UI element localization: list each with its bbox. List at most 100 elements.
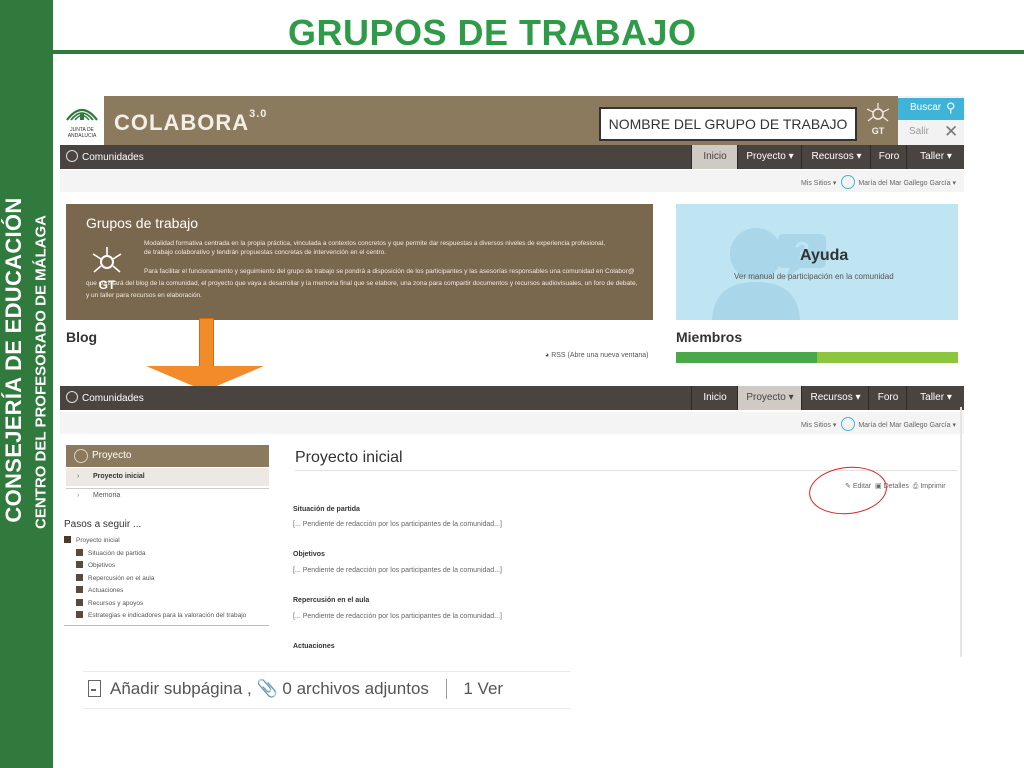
step-label: Actuaciones (88, 587, 124, 594)
step-label: Proyecto inicial (76, 537, 120, 544)
page-title: Proyecto inicial (295, 449, 403, 466)
help-title: Ayuda (800, 247, 849, 264)
views-count: 1 Ver (463, 679, 504, 698)
logout-link[interactable]: Salir (909, 126, 929, 137)
print-icon: ⎙ (912, 483, 919, 490)
avatar (841, 417, 856, 431)
globe-icon (66, 150, 78, 162)
members-bar-segment (676, 352, 817, 363)
section-heading: Situación de partida (293, 506, 360, 513)
junta-logo[interactable]: JUNTA DE ANDALUCIA (60, 96, 104, 145)
sidebar-text: CONSEJERÍA DE EDUCACIÓN CENTRO DEL PROFE… (0, 0, 53, 768)
globe-icon (66, 391, 78, 403)
group-name-box: NOMBRE DEL GRUPO DE TRABAJO (599, 107, 857, 141)
title-rule (53, 50, 1024, 54)
section-text: [... Pendiente de redacción por los part… (293, 613, 502, 620)
user-menu[interactable]: Mis Sitios ▾ María del Mar Gallego Garcí… (801, 417, 956, 431)
step-item[interactable]: Actuaciones (64, 585, 269, 598)
help-link[interactable]: Ver manual de participación en la comuni… (734, 272, 894, 281)
help-card[interactable]: ? Ayuda Ver manual de participación en l… (676, 204, 958, 320)
step-item[interactable]: Recursos y apoyos (64, 598, 269, 611)
communities-link[interactable]: Comunidades (66, 150, 144, 163)
nav-taller[interactable]: Taller ▾ (906, 386, 964, 410)
my-sites-link[interactable]: Mis Sitios ▾ (801, 422, 836, 429)
nav-proyecto[interactable]: Proyecto ▾ (737, 386, 802, 410)
groups-banner: Grupos de trabajo GT Modalidad formativa… (66, 204, 653, 320)
blog-heading: Blog (66, 329, 98, 345)
user-menu[interactable]: Mis Sitios ▾ María del Mar Gallego Garcí… (801, 175, 956, 189)
close-icon[interactable]: ✕ (944, 122, 958, 142)
add-subpage-link[interactable]: Añadir subpágina , (110, 679, 252, 698)
user-name[interactable]: María del Mar Gallego García ▾ (858, 180, 956, 187)
project-nav-title: Proyecto (92, 450, 132, 461)
step-label: Recursos y apoyos (88, 599, 144, 607)
nav-recursos[interactable]: Recursos ▾ (801, 386, 869, 410)
step-label: Estrategias e indicadores para la valora… (88, 612, 247, 619)
my-sites-link[interactable]: Mis Sitios ▾ (801, 180, 836, 187)
section-text: [... Pendiente de redacción por los part… (293, 521, 502, 528)
nav-inicio[interactable]: Inicio (691, 145, 738, 169)
user-name[interactable]: María del Mar Gallego García ▾ (858, 422, 956, 429)
nav-inicio[interactable]: Inicio (691, 386, 738, 410)
section-heading: Actuaciones (293, 643, 335, 650)
community-nav: Comunidades Inicio Proyecto ▾ Recursos ▾… (60, 145, 964, 169)
banner-paragraph-2: Para facilitar el funcionamiento y segui… (86, 268, 638, 299)
nav-item-memoria[interactable]: › Memoria (66, 487, 269, 505)
highlight-circle (806, 463, 890, 518)
steps-title: Pasos a seguir ... (64, 519, 142, 530)
brand-name: COLABORA (114, 110, 250, 135)
search-label[interactable]: Buscar (910, 102, 941, 113)
user-bar: Mis Sitios ▾ María del Mar Gallego Garcí… (60, 170, 964, 192)
nav-foro[interactable]: Foro (868, 386, 907, 410)
communities-link[interactable]: Comunidades (66, 391, 144, 404)
nav-recursos[interactable]: Recursos ▾ (801, 145, 871, 169)
section-heading: Repercusión en el aula (293, 597, 370, 604)
search-icon[interactable]: ⚲ (946, 100, 956, 116)
help-person-icon: ? (712, 228, 826, 320)
step-label: Objetivos (88, 562, 116, 569)
step-item[interactable]: Estrategias e indicadores para la valora… (64, 610, 269, 623)
banner-paragraph-1: Modalidad formativa centrada en la propi… (144, 240, 606, 256)
nav-proyecto[interactable]: Proyecto ▾ (737, 145, 802, 169)
step-item[interactable]: Situación de partida (64, 548, 269, 561)
project-nav-header[interactable]: Proyecto (66, 445, 269, 467)
community-nav-2: Comunidades Inicio Proyecto ▾ Recursos ▾… (60, 386, 964, 410)
rss-icon: ◕ (545, 352, 550, 359)
step-label: Repercusión en el aula (88, 574, 155, 582)
junta-logo-icon (66, 108, 98, 121)
avatar (841, 175, 856, 189)
nav-taller[interactable]: Taller ▾ (906, 145, 964, 169)
step-marker-icon (76, 611, 83, 618)
rss-label: RSS (Abre una nueva ventana) (551, 352, 649, 359)
steps-list: Proyecto inicial Situación de partida Ob… (64, 535, 269, 623)
step-item[interactable]: Repercusión en el aula (64, 573, 269, 586)
sidebar-line-1: CONSEJERÍA DE EDUCACIÓN (1, 197, 26, 523)
communities-label: Comunidades (82, 152, 144, 163)
gt-network-icon: GT (866, 103, 890, 136)
step-item[interactable]: Objetivos (64, 560, 269, 573)
add-page-icon[interactable] (88, 680, 101, 697)
colabora-brand[interactable]: COLABORA3.0 (114, 108, 267, 136)
step-root[interactable]: Proyecto inicial (64, 535, 269, 548)
arrow-down-icon (199, 318, 214, 368)
attachments-link[interactable]: 0 archivos adjuntos (282, 679, 428, 698)
step-marker-icon (76, 561, 83, 568)
footer-actions: Añadir subpágina , 📎 0 archivos adjuntos… (110, 679, 503, 699)
nav-item-proyecto-inicial[interactable]: › Proyecto inicial (66, 468, 269, 486)
section-heading: Objetivos (293, 551, 325, 558)
screenshot-panel: JUNTA DE ANDALUCIA COLABORA3.0 NOMBRE DE… (60, 96, 964, 661)
slide-title: GRUPOS DE TRABAJO (288, 12, 697, 53)
rss-link[interactable]: ◕ RSS (Abre una nueva ventana) (545, 352, 648, 359)
communities-label: Comunidades (82, 393, 144, 404)
divider (64, 625, 269, 626)
project-icon (74, 449, 88, 463)
print-link[interactable]: ⎙ Imprimir (913, 483, 946, 490)
nav-foro[interactable]: Foro (870, 145, 907, 169)
step-label: Situación de partida (88, 549, 146, 557)
chevron-right-icon: › (77, 492, 80, 499)
sidebar-line-2: CENTRO DEL PROFESORADO DE MÁLAGA (32, 215, 50, 529)
step-marker-icon (64, 536, 71, 543)
chevron-right-icon: › (77, 473, 80, 480)
scrollbar[interactable] (960, 407, 962, 657)
step-marker-icon (76, 548, 83, 556)
